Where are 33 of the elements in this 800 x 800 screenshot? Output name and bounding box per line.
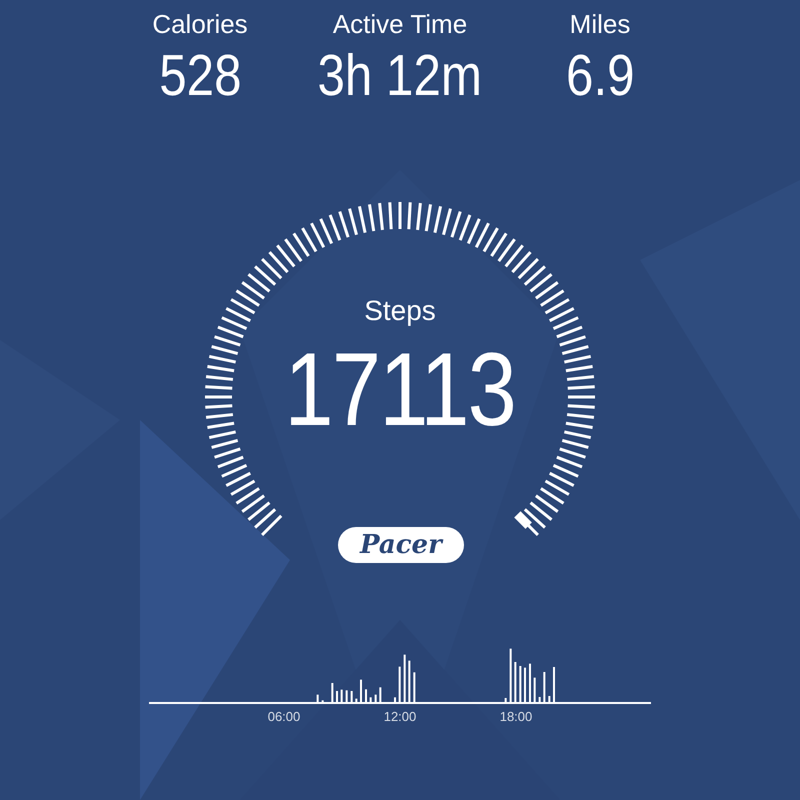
time-label: 12:00 <box>384 708 416 726</box>
stat-label: Calories <box>152 8 248 40</box>
activity-bar <box>355 698 358 702</box>
activity-bar <box>316 694 319 702</box>
activity-bar <box>534 678 536 702</box>
activity-bar <box>504 698 507 702</box>
activity-bar <box>413 672 416 702</box>
activity-bar <box>538 697 541 702</box>
activity-bar <box>350 691 353 702</box>
activity-bar <box>398 666 401 702</box>
activity-bar <box>374 694 377 702</box>
stat-value: 528 <box>158 44 242 108</box>
stat-label: Miles <box>570 8 630 40</box>
steps-value: 17113 <box>284 336 516 444</box>
activity-bar <box>404 654 406 702</box>
stat-value: 6.9 <box>566 44 634 108</box>
steps-label: Steps <box>364 294 436 328</box>
time-label: 06:00 <box>268 708 300 726</box>
activity-bar <box>379 687 382 702</box>
stat-value: 3h 12m <box>318 44 482 108</box>
activity-bar <box>543 672 546 702</box>
activity-bar <box>548 696 550 702</box>
stat-label: Active Time <box>332 8 468 40</box>
activity-bar <box>331 683 334 702</box>
activity-bar <box>340 690 343 702</box>
time-label: 18:00 <box>500 708 532 726</box>
activity-bar <box>408 660 410 702</box>
activity-bar <box>519 666 522 702</box>
activity-bar <box>514 662 516 702</box>
activity-bar <box>510 648 512 702</box>
app-logo: Pacer <box>338 527 464 563</box>
activity-bar <box>370 697 372 702</box>
activity-bar <box>346 690 348 702</box>
